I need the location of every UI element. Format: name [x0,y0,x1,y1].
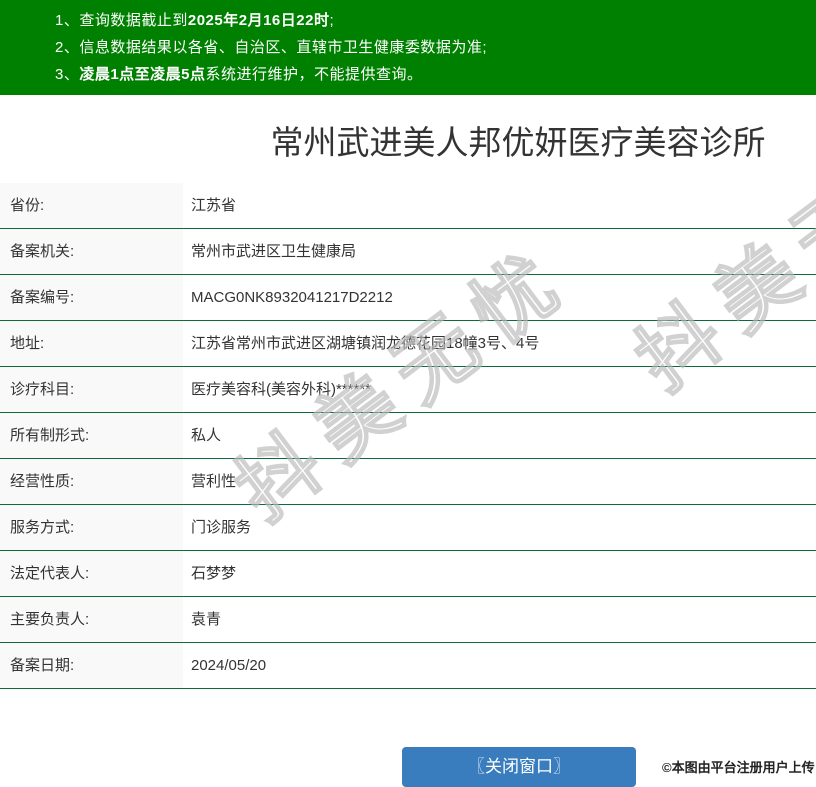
notice-line-1: 1、查询数据截止到2025年2月16日22时; [55,12,335,29]
row-value: 江苏省 [191,197,237,214]
row-value: 江苏省常州市武进区湖塘镇润龙德花园18幢3号、4号 [191,335,540,352]
row-label: 服务方式: [0,505,183,550]
uploader-credit-stamp: ©本图由平台注册用户上传 [662,760,815,775]
row-value: 石梦梦 [191,565,237,582]
notice-line-2: 2、信息数据结果以各省、自治区、直辖市卫生健康委数据为准; [55,39,488,56]
table-row-medical-subjects: 诊疗科目: 医疗美容科(美容外科)****** [0,367,816,413]
maintenance-window: 凌晨1点至凌晨5点 [79,66,206,83]
notice-deadline: 2025年2月16日22时 [187,12,330,29]
row-value: 医疗美容科(美容外科)****** [191,381,372,398]
row-value: 常州市武进区卫生健康局 [191,243,357,260]
filing-info-table: 省份: 江苏省 备案机关: 常州市武进区卫生健康局 备案编号: MACG0NK8… [0,183,816,689]
row-value: 袁青 [191,611,222,628]
table-row-filing-number: 备案编号: MACG0NK8932041217D2212 [0,275,816,321]
row-label: 备案编号: [0,275,183,320]
row-label: 主要负责人: [0,597,183,642]
notice-header: 1、查询数据截止到2025年2月16日22时; 2、信息数据结果以各省、自治区、… [0,0,816,95]
row-value: 2024/05/20 [191,657,267,674]
notice-number: 2、 [55,39,80,56]
row-label: 经营性质: [0,459,183,504]
notice-number: 3、 [55,66,80,83]
row-label: 诊疗科目: [0,367,183,412]
notice-number: 1、 [55,12,80,29]
row-label: 法定代表人: [0,551,183,596]
table-row-operating-nature: 经营性质: 营利性 [0,459,816,505]
table-row-filing-authority: 备案机关: 常州市武进区卫生健康局 [0,229,816,275]
row-value: 私人 [191,427,222,444]
table-row-province: 省份: 江苏省 [0,183,816,229]
table-row-service-mode: 服务方式: 门诊服务 [0,505,816,551]
row-label: 备案日期: [0,643,183,688]
page-title: 常州武进美人邦优妍医疗美容诊所 [270,124,766,161]
close-window-button[interactable]: 〖关闭窗口〗 [402,747,636,787]
notice-line-3: 3、凌晨1点至凌晨5点系统进行维护，不能提供查询。 [55,66,423,83]
query-result-page: 1、查询数据截止到2025年2月16日22时; 2、信息数据结果以各省、自治区、… [0,0,816,787]
row-label: 备案机关: [0,229,183,274]
table-row-address: 地址: 江苏省常州市武进区湖塘镇润龙德花园18幢3号、4号 [0,321,816,367]
table-row-legal-representative: 法定代表人: 石梦梦 [0,551,816,597]
row-value: 门诊服务 [191,519,252,536]
table-row-main-person-in-charge: 主要负责人: 袁青 [0,597,816,643]
row-label: 地址: [0,321,183,366]
row-label: 所有制形式: [0,413,183,458]
table-row-filing-date: 备案日期: 2024/05/20 [0,643,816,689]
row-value: 营利性 [191,473,237,490]
table-row-ownership: 所有制形式: 私人 [0,413,816,459]
row-label: 省份: [0,183,183,228]
row-value: MACG0NK8932041217D2212 [191,289,393,306]
